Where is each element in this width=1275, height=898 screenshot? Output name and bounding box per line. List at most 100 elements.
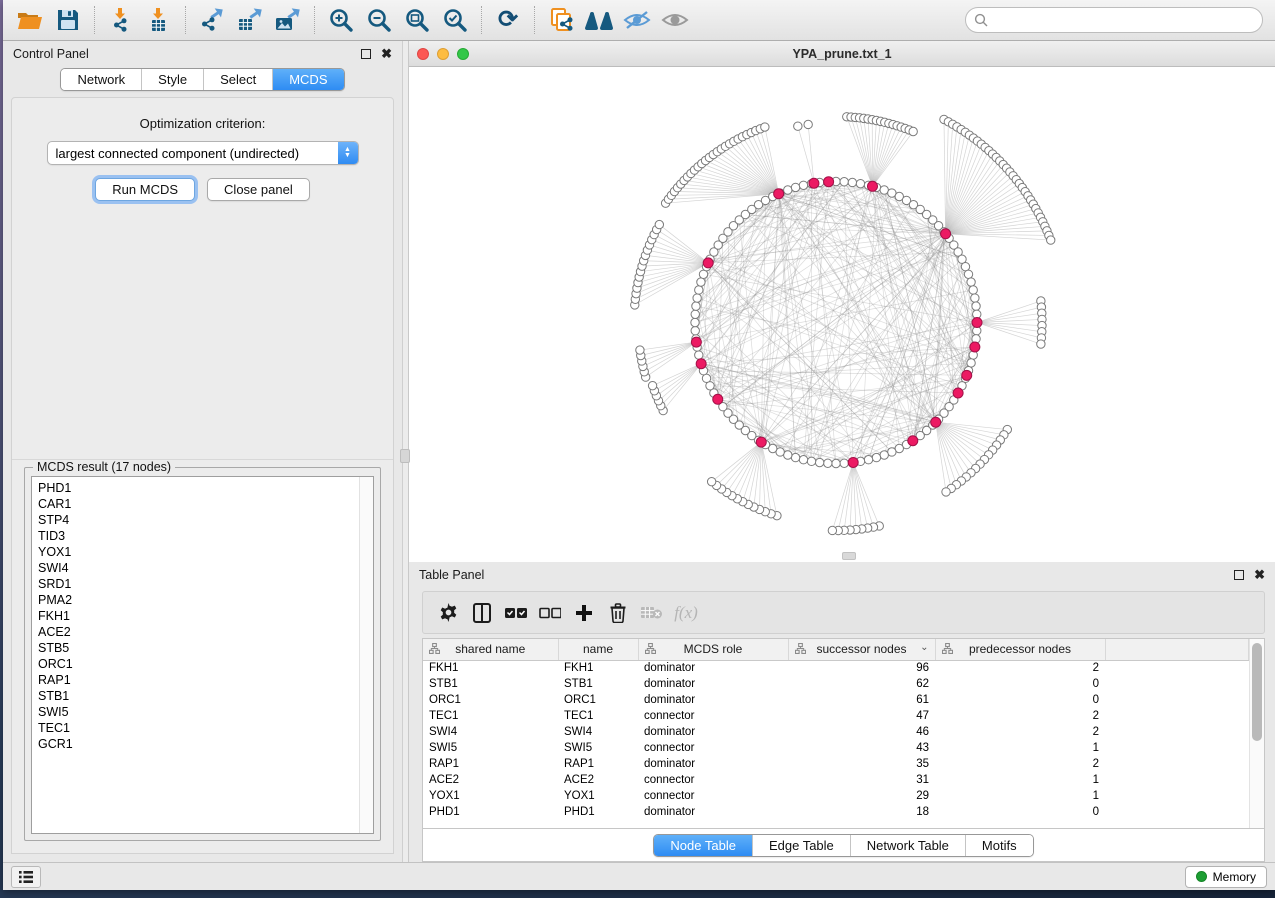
table-cell[interactable]: PHD1 bbox=[423, 804, 558, 820]
table-settings-button[interactable] bbox=[433, 598, 463, 628]
mcds-result-list[interactable]: PHD1CAR1STP4TID3YOX1SWI4SRD1PMA2FKH1ACE2… bbox=[31, 476, 374, 834]
table-cell[interactable] bbox=[1105, 692, 1249, 708]
add-column-button[interactable] bbox=[569, 598, 599, 628]
table-cell[interactable] bbox=[1105, 708, 1249, 724]
tab-mcds[interactable]: MCDS bbox=[272, 69, 343, 90]
table-cell[interactable] bbox=[1105, 788, 1249, 804]
table-cell[interactable]: FKH1 bbox=[558, 660, 638, 676]
table-cell[interactable] bbox=[1105, 772, 1249, 788]
export-table-button[interactable] bbox=[231, 3, 269, 37]
horizontal-splitter-grip[interactable] bbox=[842, 552, 856, 560]
table-cell[interactable]: dominator bbox=[638, 660, 788, 676]
table-cell[interactable]: 0 bbox=[935, 676, 1105, 692]
table-cell[interactable]: FKH1 bbox=[423, 660, 558, 676]
task-history-button[interactable] bbox=[11, 866, 41, 888]
search-input[interactable] bbox=[993, 13, 1254, 27]
vertical-splitter[interactable] bbox=[403, 41, 408, 862]
mcds-result-item[interactable]: SWI4 bbox=[38, 560, 359, 576]
save-session-button[interactable] bbox=[49, 3, 87, 37]
table-cell[interactable]: 35 bbox=[788, 756, 935, 772]
table-cell[interactable] bbox=[1105, 724, 1249, 740]
mcds-result-item[interactable]: ACE2 bbox=[38, 624, 359, 640]
table-cell[interactable]: dominator bbox=[638, 676, 788, 692]
table-cell[interactable]: 31 bbox=[788, 772, 935, 788]
table-row[interactable]: TEC1TEC1connector472 bbox=[423, 708, 1249, 724]
mcds-result-item[interactable]: FKH1 bbox=[38, 608, 359, 624]
table-cell[interactable]: STB1 bbox=[558, 676, 638, 692]
table-cell[interactable]: SWI4 bbox=[558, 724, 638, 740]
zoom-fit-button[interactable] bbox=[398, 3, 436, 37]
table-cell[interactable]: TEC1 bbox=[423, 708, 558, 724]
table-cell[interactable]: connector bbox=[638, 708, 788, 724]
mcds-result-item[interactable]: GCR1 bbox=[38, 736, 359, 752]
network-graph[interactable] bbox=[409, 67, 1275, 562]
table-cell[interactable] bbox=[1105, 740, 1249, 756]
mcds-result-item[interactable]: STB5 bbox=[38, 640, 359, 656]
table-row[interactable]: SWI5SWI5connector431 bbox=[423, 740, 1249, 756]
table-close-panel-icon[interactable]: ✖ bbox=[1254, 570, 1265, 580]
table-row[interactable]: PHD1PHD1dominator180 bbox=[423, 804, 1249, 820]
table-cell[interactable]: 2 bbox=[935, 660, 1105, 676]
network-from-selection-button[interactable] bbox=[542, 3, 580, 37]
table-cell[interactable] bbox=[1105, 660, 1249, 676]
table-cell[interactable] bbox=[1105, 804, 1249, 820]
table-cell[interactable]: 1 bbox=[935, 740, 1105, 756]
import-network-button[interactable] bbox=[102, 3, 140, 37]
delete-column-button[interactable] bbox=[603, 598, 633, 628]
close-panel-button[interactable]: Close panel bbox=[207, 178, 310, 201]
mcds-result-item[interactable]: STB1 bbox=[38, 688, 359, 704]
show-columns-button[interactable] bbox=[467, 598, 497, 628]
table-cell[interactable]: SWI5 bbox=[423, 740, 558, 756]
table-cell[interactable]: connector bbox=[638, 788, 788, 804]
network-canvas[interactable] bbox=[409, 67, 1275, 562]
table-cell[interactable]: dominator bbox=[638, 804, 788, 820]
tab-edge-table[interactable]: Edge Table bbox=[752, 835, 850, 856]
table-cell[interactable]: ACE2 bbox=[558, 772, 638, 788]
close-panel-icon[interactable]: ✖ bbox=[381, 49, 392, 59]
table-cell[interactable]: RAP1 bbox=[423, 756, 558, 772]
table-cell[interactable]: 2 bbox=[935, 724, 1105, 740]
mcds-result-item[interactable]: CAR1 bbox=[38, 496, 359, 512]
tab-style[interactable]: Style bbox=[141, 69, 203, 90]
mcds-result-item[interactable]: ORC1 bbox=[38, 656, 359, 672]
table-row[interactable]: ORC1ORC1dominator610 bbox=[423, 692, 1249, 708]
column-header-name[interactable]: name bbox=[558, 639, 638, 660]
table-row[interactable]: RAP1RAP1dominator352 bbox=[423, 756, 1249, 772]
import-table-button[interactable] bbox=[140, 3, 178, 37]
first-neighbors-button[interactable] bbox=[580, 3, 618, 37]
mcds-result-item[interactable]: SRD1 bbox=[38, 576, 359, 592]
table-cell[interactable]: YOX1 bbox=[423, 788, 558, 804]
export-network-button[interactable] bbox=[193, 3, 231, 37]
zoom-out-button[interactable] bbox=[360, 3, 398, 37]
table-cell[interactable]: ORC1 bbox=[558, 692, 638, 708]
table-row[interactable]: YOX1YOX1connector291 bbox=[423, 788, 1249, 804]
window-minimize-light[interactable] bbox=[437, 48, 449, 60]
table-cell[interactable]: 2 bbox=[935, 708, 1105, 724]
run-mcds-button[interactable]: Run MCDS bbox=[95, 178, 195, 201]
tab-select[interactable]: Select bbox=[203, 69, 272, 90]
table-cell[interactable]: STB1 bbox=[423, 676, 558, 692]
table-cell[interactable]: YOX1 bbox=[558, 788, 638, 804]
table-cell[interactable]: dominator bbox=[638, 756, 788, 772]
tab-node-table[interactable]: Node Table bbox=[654, 835, 752, 856]
export-image-button[interactable] bbox=[269, 3, 307, 37]
table-float-panel-icon[interactable] bbox=[1234, 570, 1244, 580]
mcds-result-item[interactable]: PMA2 bbox=[38, 592, 359, 608]
select-all-button[interactable] bbox=[501, 598, 531, 628]
zoom-in-button[interactable] bbox=[322, 3, 360, 37]
table-row[interactable]: ACE2ACE2connector311 bbox=[423, 772, 1249, 788]
show-all-button[interactable] bbox=[656, 3, 694, 37]
mcds-result-item[interactable]: TID3 bbox=[38, 528, 359, 544]
table-row[interactable]: STB1STB1dominator620 bbox=[423, 676, 1249, 692]
table-cell[interactable]: 43 bbox=[788, 740, 935, 756]
node-table[interactable]: shared namenameMCDS rolesuccessor nodes⌄… bbox=[423, 639, 1249, 820]
float-panel-icon[interactable] bbox=[361, 49, 371, 59]
mcds-result-item[interactable]: PHD1 bbox=[38, 480, 359, 496]
refresh-button[interactable]: ⟳ bbox=[489, 3, 527, 37]
table-cell[interactable] bbox=[1105, 676, 1249, 692]
mcds-result-item[interactable]: STP4 bbox=[38, 512, 359, 528]
tab-network-table[interactable]: Network Table bbox=[850, 835, 965, 856]
table-cell[interactable]: ACE2 bbox=[423, 772, 558, 788]
mcds-result-item[interactable]: SWI5 bbox=[38, 704, 359, 720]
table-cell[interactable] bbox=[1105, 756, 1249, 772]
